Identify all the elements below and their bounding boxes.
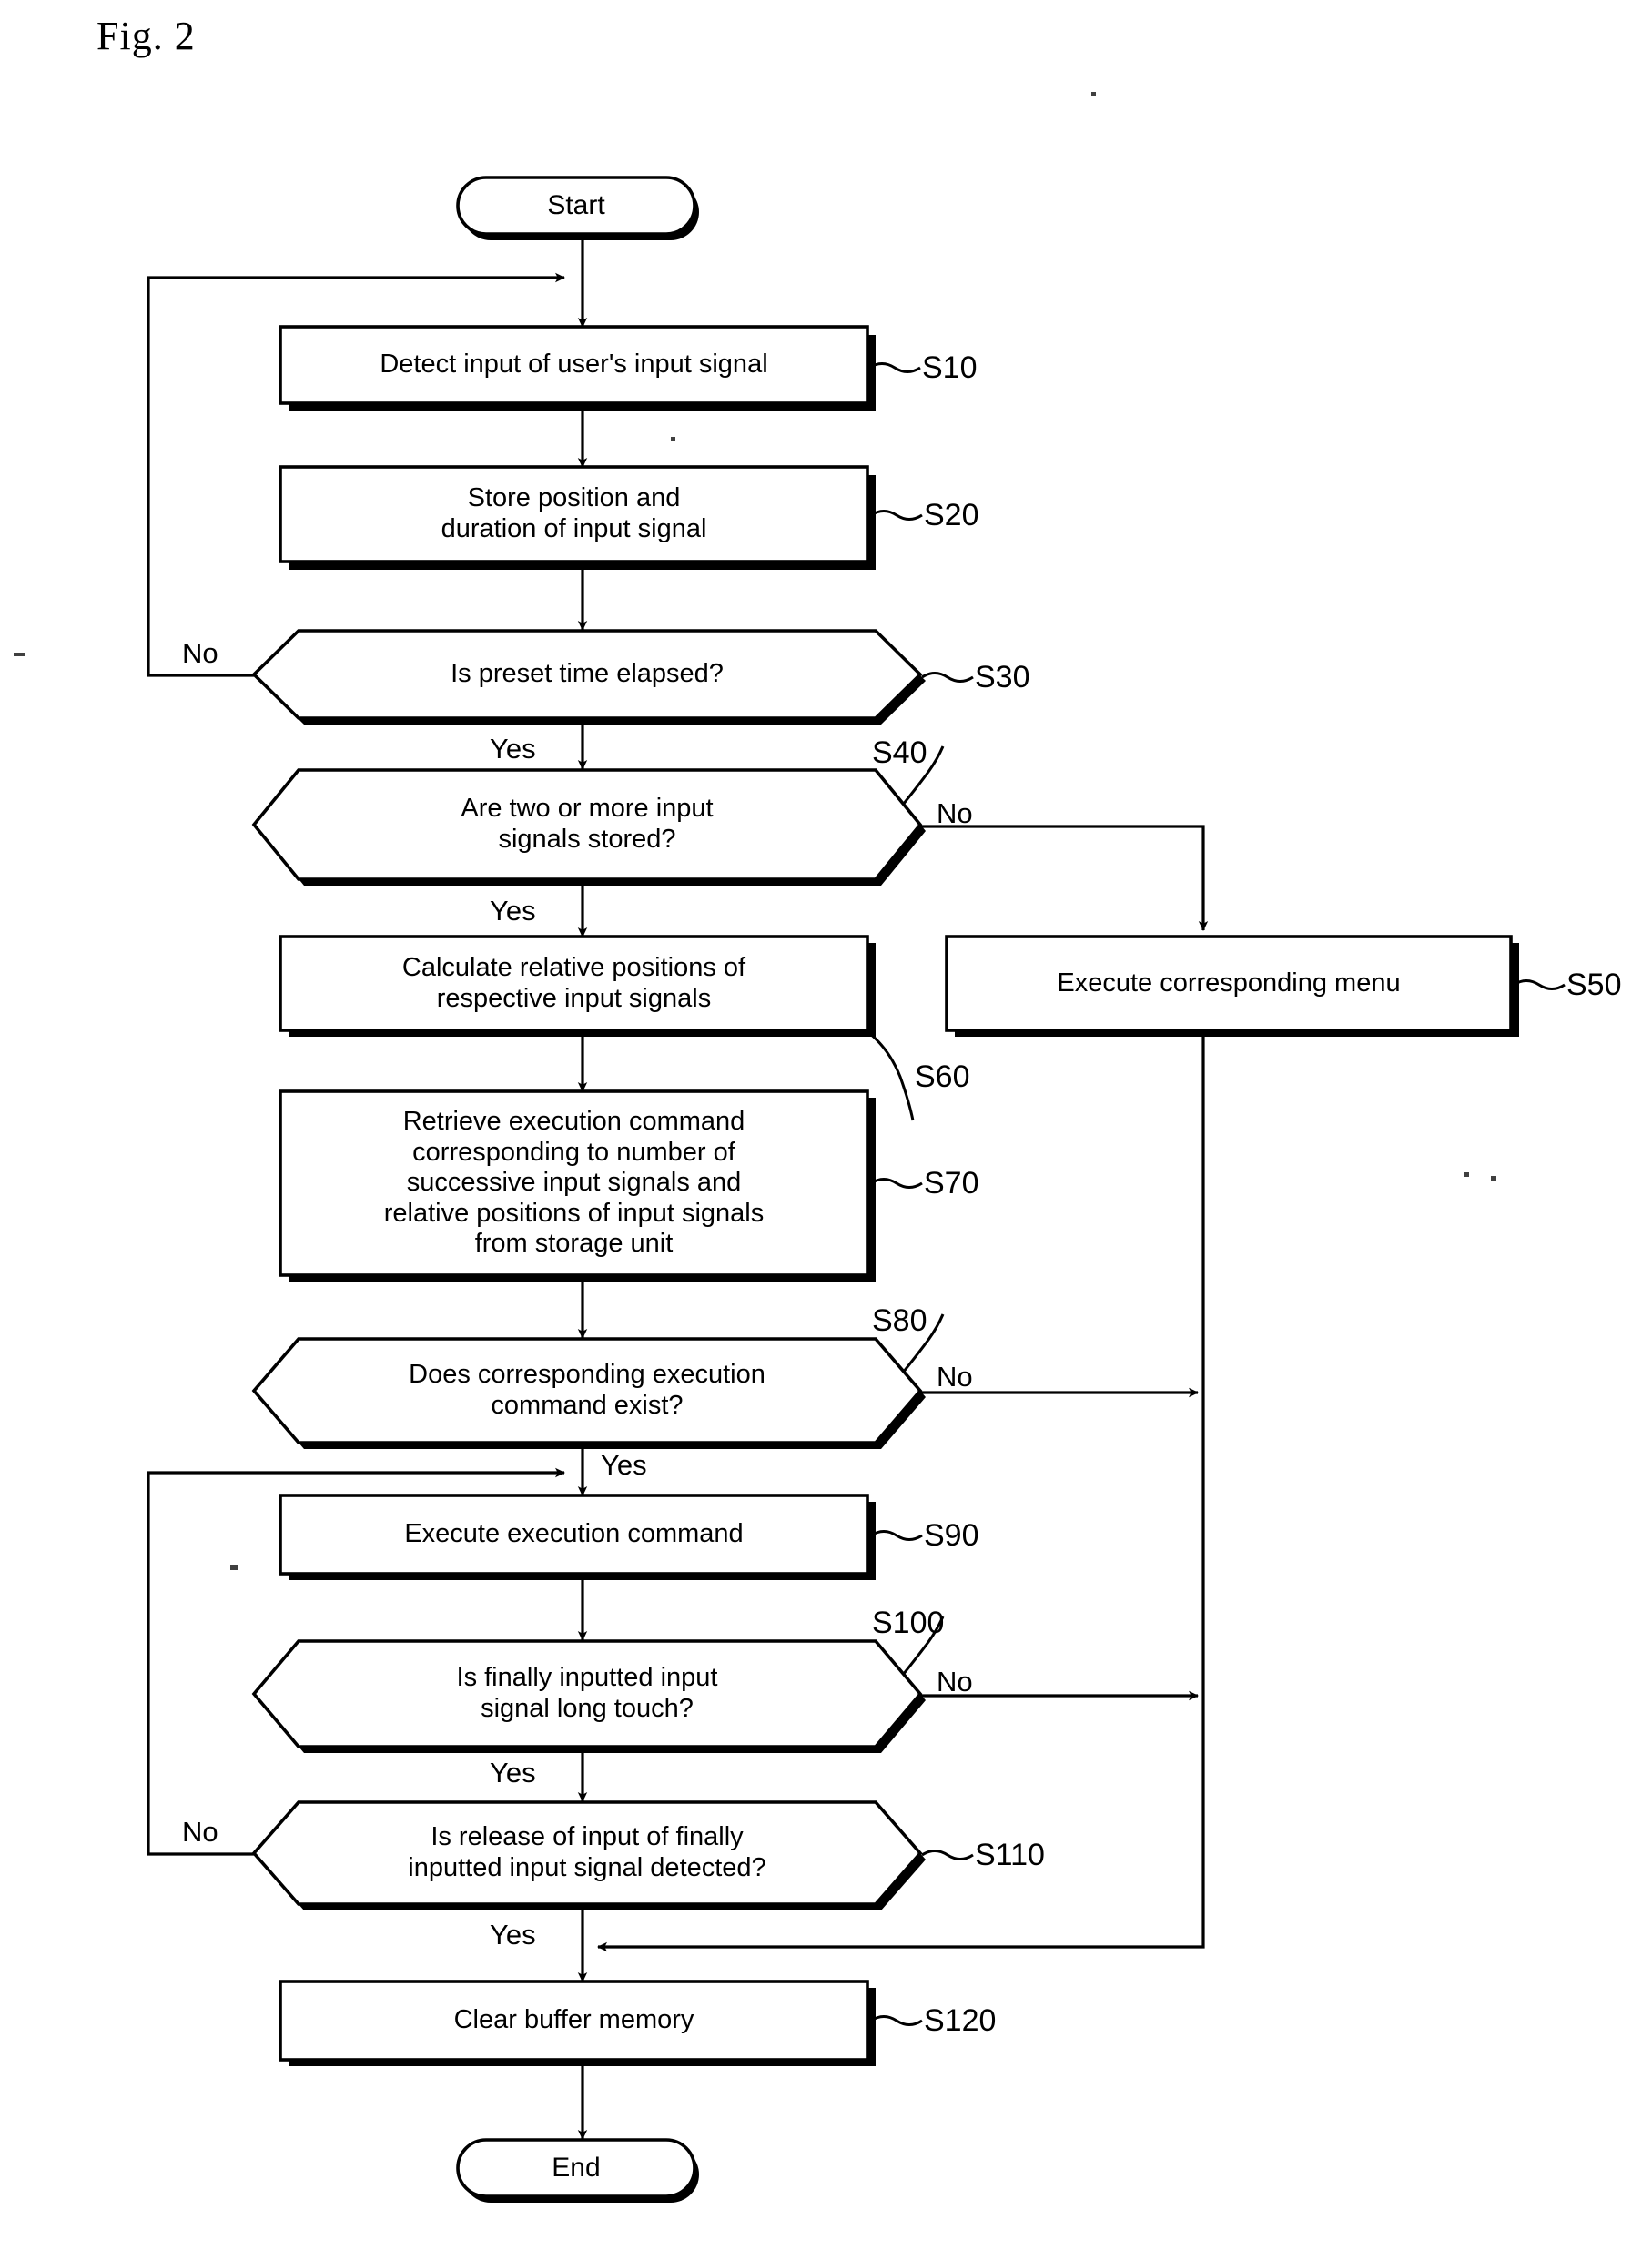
node-s110-shape xyxy=(251,1800,923,1906)
ref-s100: S100 xyxy=(872,1606,945,1640)
node-s90-shape xyxy=(279,1494,869,1576)
leader-s120 xyxy=(870,2015,923,2026)
leader-s50 xyxy=(1513,979,1566,990)
leader-s110 xyxy=(921,1850,974,1860)
node-s100-shape xyxy=(251,1639,923,1748)
edge-label-s40-no: No xyxy=(937,797,973,829)
ref-s110: S110 xyxy=(975,1838,1045,1872)
leader-s90 xyxy=(870,1530,923,1541)
node-s30-shape xyxy=(251,629,923,720)
ref-s80: S80 xyxy=(872,1303,927,1338)
edge-s40-no-to-s50 xyxy=(920,825,1209,931)
ref-s10: S10 xyxy=(922,350,978,385)
edge-label-s100-yes: Yes xyxy=(490,1757,536,1789)
flowchart-canvas xyxy=(147,176,1566,2203)
leader-s10 xyxy=(868,362,921,373)
ref-s120: S120 xyxy=(924,2003,997,2038)
edge-label-s30-no: No xyxy=(182,637,218,669)
ref-s60: S60 xyxy=(915,1059,970,1094)
edge-label-s110-yes: Yes xyxy=(490,1919,536,1951)
node-s60-shape xyxy=(279,935,869,1032)
node-s40-shape xyxy=(251,768,923,881)
leader-s30 xyxy=(921,672,974,683)
edge-label-s110-no: No xyxy=(182,1816,218,1848)
node-s50-shape xyxy=(945,935,1513,1032)
ref-s40: S40 xyxy=(872,735,927,770)
edge-label-s30-yes: Yes xyxy=(490,733,536,765)
leader-s60 xyxy=(868,1031,915,1121)
node-s120-shape xyxy=(279,1980,869,2062)
edge-label-s80-no: No xyxy=(937,1361,973,1393)
node-s20-shape xyxy=(279,465,869,563)
node-s10-shape xyxy=(279,325,869,405)
ref-s90: S90 xyxy=(924,1518,979,1553)
ref-s70: S70 xyxy=(924,1166,979,1201)
ref-s20: S20 xyxy=(924,498,979,532)
node-s80-shape xyxy=(251,1337,923,1444)
edge-label-s80-yes: Yes xyxy=(601,1449,647,1481)
node-end-shape xyxy=(456,2138,696,2198)
ref-s30: S30 xyxy=(975,660,1030,694)
node-s70-shape xyxy=(279,1089,869,1277)
ref-s50: S50 xyxy=(1566,968,1622,1002)
node-start-shape xyxy=(456,176,696,236)
leader-s70 xyxy=(870,1178,923,1189)
edge-label-s40-yes: Yes xyxy=(490,895,536,927)
figure-page: Fig. 2 Start Detect input of user's inpu… xyxy=(0,0,1652,2260)
leader-s20 xyxy=(870,510,923,521)
edge-label-s100-no: No xyxy=(937,1666,973,1698)
